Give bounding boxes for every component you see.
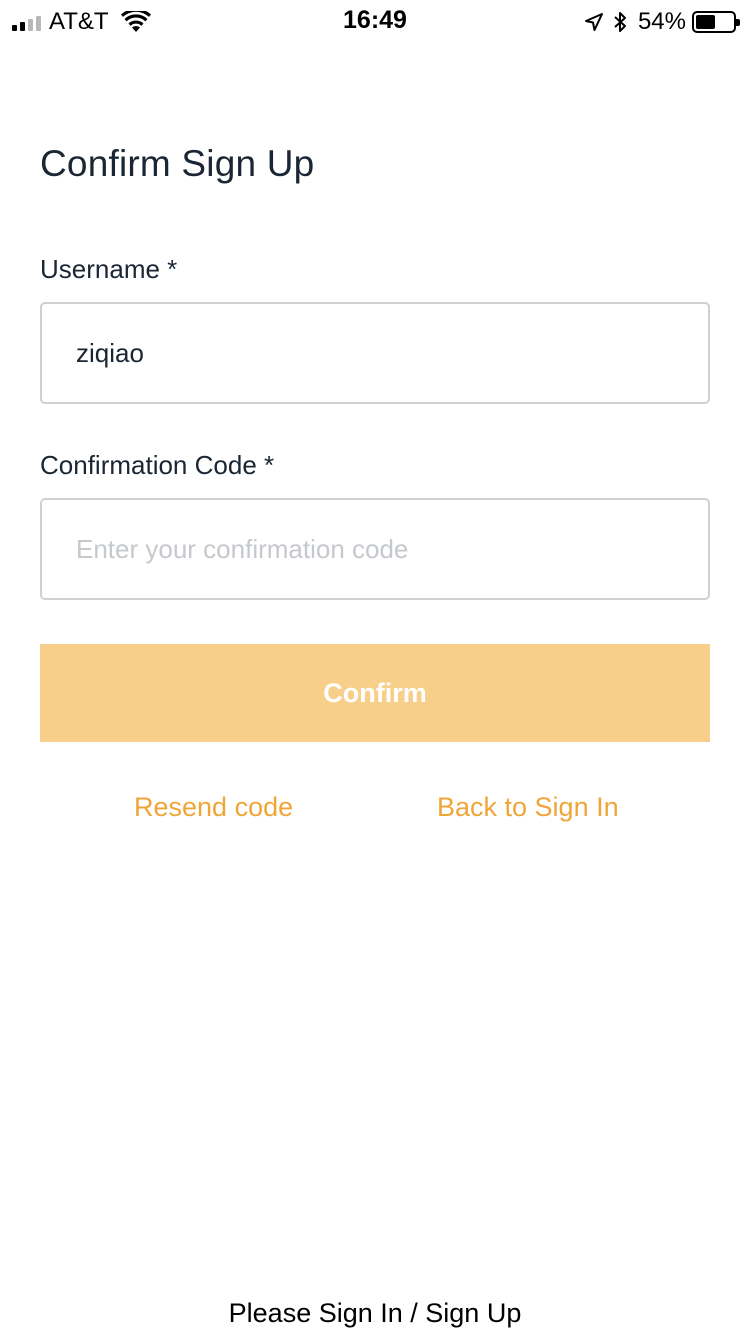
battery-nub	[736, 19, 740, 26]
confirm-button[interactable]: Confirm	[40, 644, 710, 742]
back-to-sign-in-link[interactable]: Back to Sign In	[437, 792, 619, 823]
footer-status-text: Please Sign In / Sign Up	[228, 1298, 522, 1328]
battery-percent: 54%	[637, 8, 686, 35]
confirmation-code-label: Confirmation Code *	[40, 450, 275, 480]
confirm-sign-up-screen: AT&T 16:49 54% Confirm Sign Up Username …	[0, 0, 750, 1334]
resend-code-link[interactable]: Resend code	[134, 792, 293, 823]
username-input[interactable]	[40, 302, 710, 404]
bluetooth-icon	[614, 12, 626, 32]
confirmation-code-input[interactable]	[40, 498, 710, 600]
status-bar: AT&T 16:49 54%	[0, 0, 750, 40]
battery-icon	[692, 11, 740, 33]
location-arrow-icon	[584, 13, 603, 31]
page-title: Confirm Sign Up	[40, 143, 315, 184]
status-bar-right: 54%	[584, 8, 740, 36]
username-label: Username *	[40, 254, 178, 284]
battery-fill	[696, 15, 715, 29]
